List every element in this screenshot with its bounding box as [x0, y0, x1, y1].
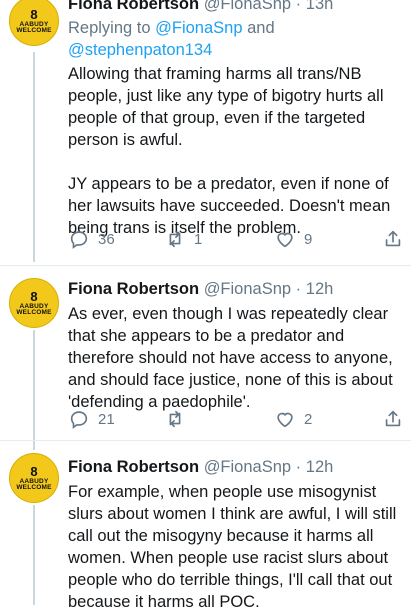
display-name[interactable]: Fiona Robertson [68, 0, 199, 13]
timestamp[interactable]: 12h [306, 458, 334, 476]
reply-count: 21 [98, 410, 115, 428]
separator-dot: · [295, 0, 302, 13]
reply-count: 36 [98, 230, 115, 248]
mention-link-1[interactable]: @FionaSnp [155, 19, 242, 37]
heart-icon [277, 412, 293, 428]
like-button[interactable]: 9 [274, 228, 312, 250]
tweet-paragraph: As ever, even though I was repeatedly cl… [68, 305, 393, 411]
tweet-actions: 36 1 9 [68, 228, 404, 252]
handle[interactable]: @FionaSnp [204, 458, 291, 476]
replying-and: and [242, 19, 275, 37]
reply-button[interactable]: 36 [68, 228, 115, 250]
avatar-text-2: WELCOME [16, 484, 52, 491]
like-count: 9 [304, 230, 313, 248]
tweet-paragraph: Allowing that framing harms all trans/NB… [68, 65, 384, 149]
tweet-header: Fiona Robertson @FionaSnp · 12h [68, 458, 333, 477]
avatar-text-2: WELCOME [16, 309, 52, 316]
handle[interactable]: @FionaSnp [204, 0, 291, 13]
retweet-icon [169, 410, 181, 428]
avatar-text-2: WELCOME [16, 27, 52, 34]
display-name[interactable]: Fiona Robertson [68, 458, 199, 476]
replying-to: Replying to @FionaSnp and @stephenpaton1… [68, 17, 275, 61]
share-icon [385, 230, 401, 247]
display-name[interactable]: Fiona Robertson [68, 280, 199, 298]
separator-dot: · [295, 458, 302, 476]
avatar-mark: 8 [30, 463, 38, 479]
avatar[interactable]: 8 AABUDY WELCOME [9, 278, 59, 328]
thread-line [33, 330, 35, 450]
like-count: 2 [304, 410, 313, 428]
tweet-header: Fiona Robertson @FionaSnp · 12h [68, 280, 333, 299]
thread-line [33, 505, 35, 605]
avatar-mark: 8 [30, 6, 38, 22]
retweet-button[interactable] [164, 408, 194, 430]
share-button[interactable] [382, 408, 404, 430]
separator-dot: · [295, 280, 302, 298]
avatar[interactable]: 8 AABUDY WELCOME [9, 0, 59, 46]
tweet-actions: 21 2 [68, 408, 404, 432]
timestamp[interactable]: 12h [306, 280, 334, 298]
timestamp[interactable]: 13h [306, 0, 334, 13]
retweet-count: 1 [194, 230, 203, 248]
tweet-text: For example, when people use misogynist … [68, 481, 404, 613]
share-icon [385, 410, 401, 427]
tweet-1[interactable]: 8 AABUDY WELCOME Fiona Robertson @FionaS… [0, 0, 411, 262]
thread-line [33, 52, 35, 262]
share-button[interactable] [382, 228, 404, 250]
tweet-text: As ever, even though I was repeatedly cl… [68, 303, 404, 413]
reply-button[interactable]: 21 [68, 408, 115, 430]
like-button[interactable]: 2 [274, 408, 312, 430]
reply-icon [70, 411, 88, 429]
avatar-mark: 8 [30, 288, 38, 304]
tweet-text: Allowing that framing harms all trans/NB… [68, 63, 404, 239]
retweet-icon [169, 230, 181, 248]
retweet-button[interactable]: 1 [164, 228, 202, 250]
tweet-2[interactable]: 8 AABUDY WELCOME Fiona Robertson @FionaS… [0, 266, 411, 450]
reply-icon [70, 231, 88, 249]
avatar[interactable]: 8 AABUDY WELCOME [9, 453, 59, 503]
heart-icon [277, 232, 293, 248]
replying-to-label: Replying to [68, 19, 156, 37]
tweet-paragraph: For example, when people use misogynist … [68, 483, 397, 611]
handle[interactable]: @FionaSnp [204, 280, 291, 298]
tweet-header: Fiona Robertson @FionaSnp · 13h [68, 0, 333, 14]
tweet-3[interactable]: 8 AABUDY WELCOME Fiona Robertson @FionaS… [0, 441, 411, 611]
mention-link-2[interactable]: @stephenpaton134 [68, 41, 212, 59]
